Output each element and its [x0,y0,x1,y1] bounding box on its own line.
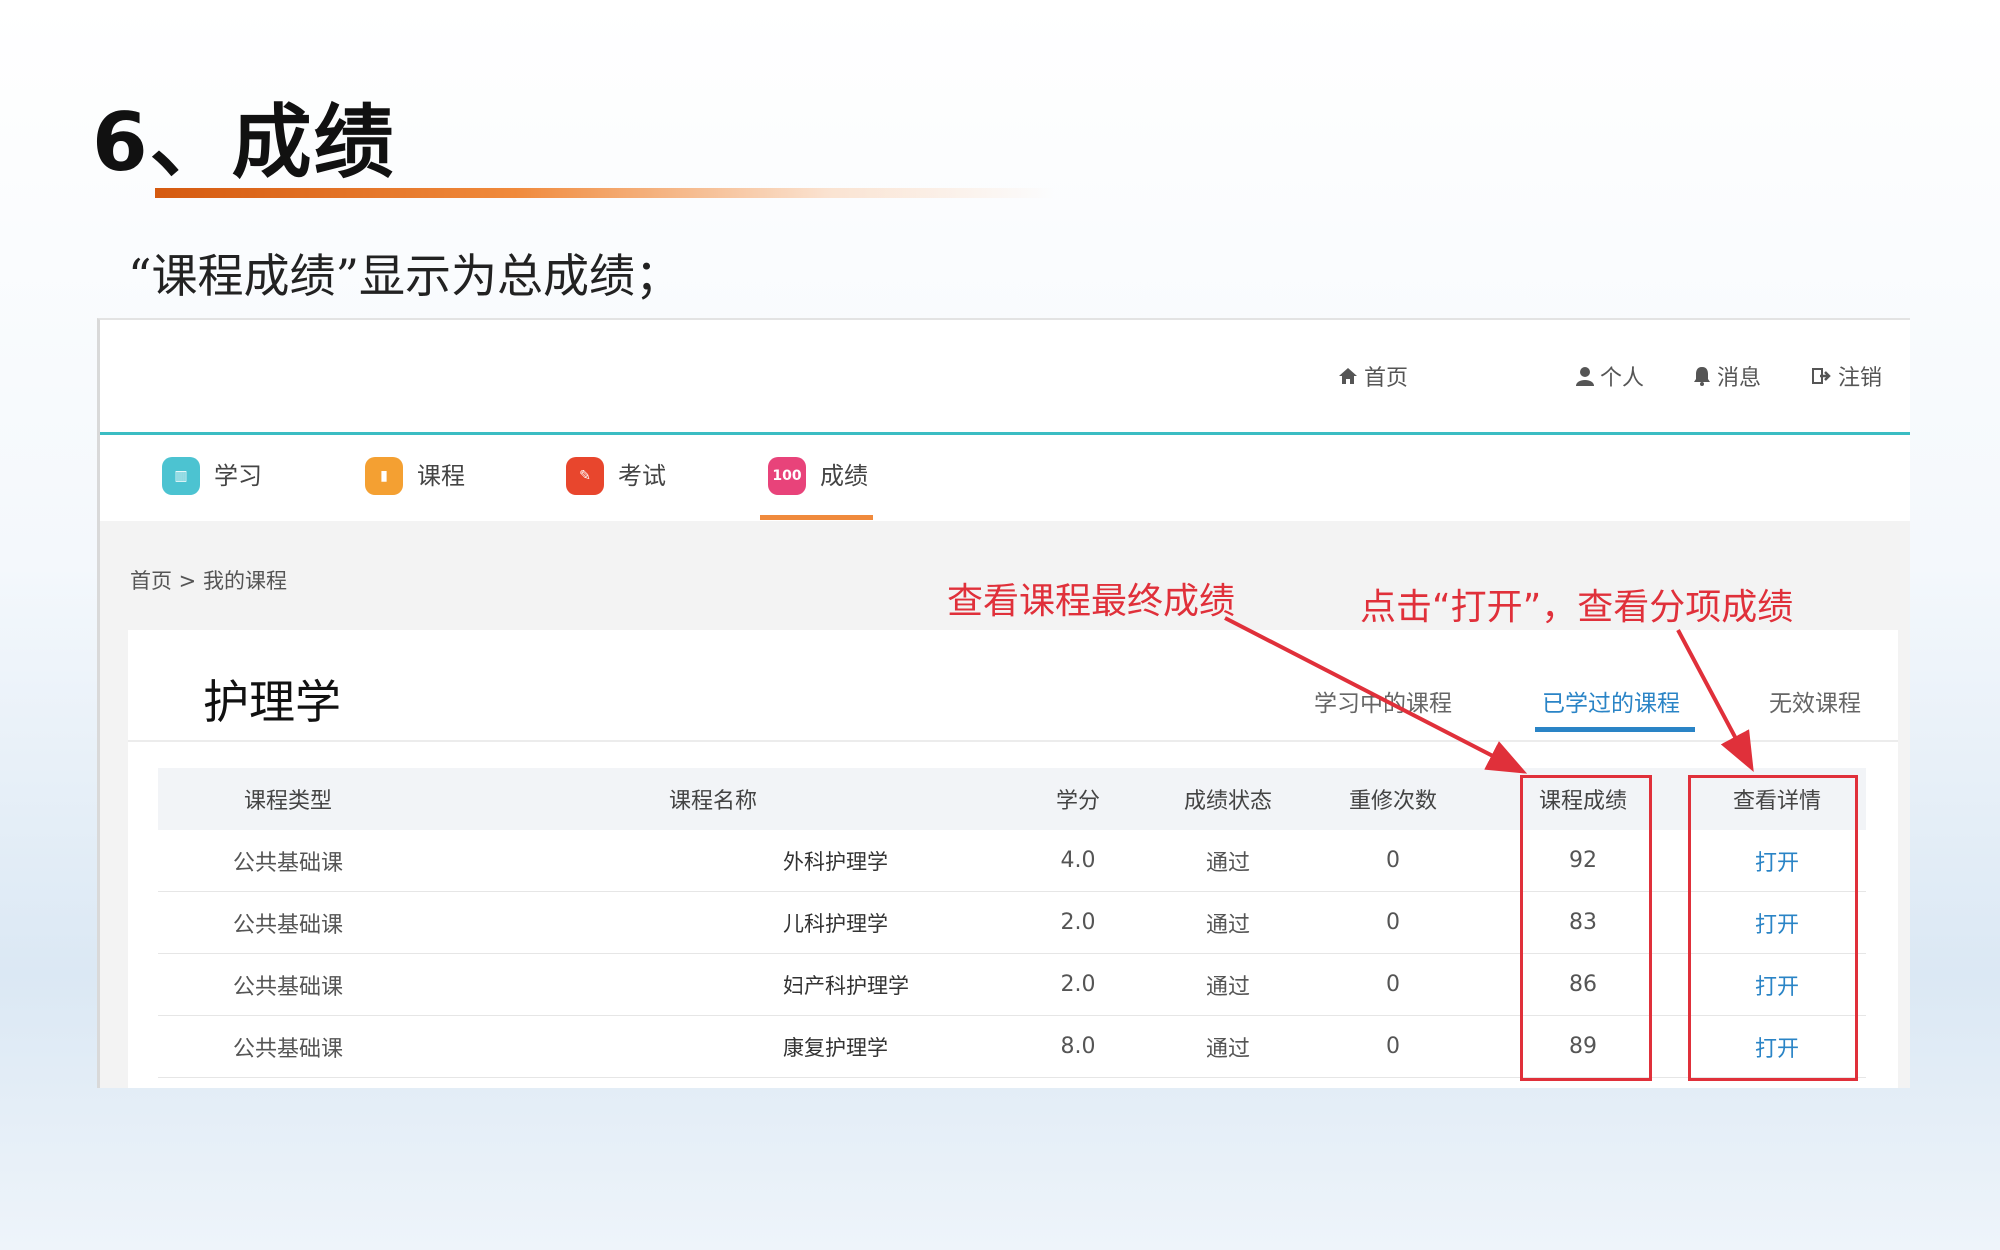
annotation-arrows [1224,616,1754,774]
arrow-to-score [1224,616,1528,774]
arrow-to-detail [1676,629,1754,773]
